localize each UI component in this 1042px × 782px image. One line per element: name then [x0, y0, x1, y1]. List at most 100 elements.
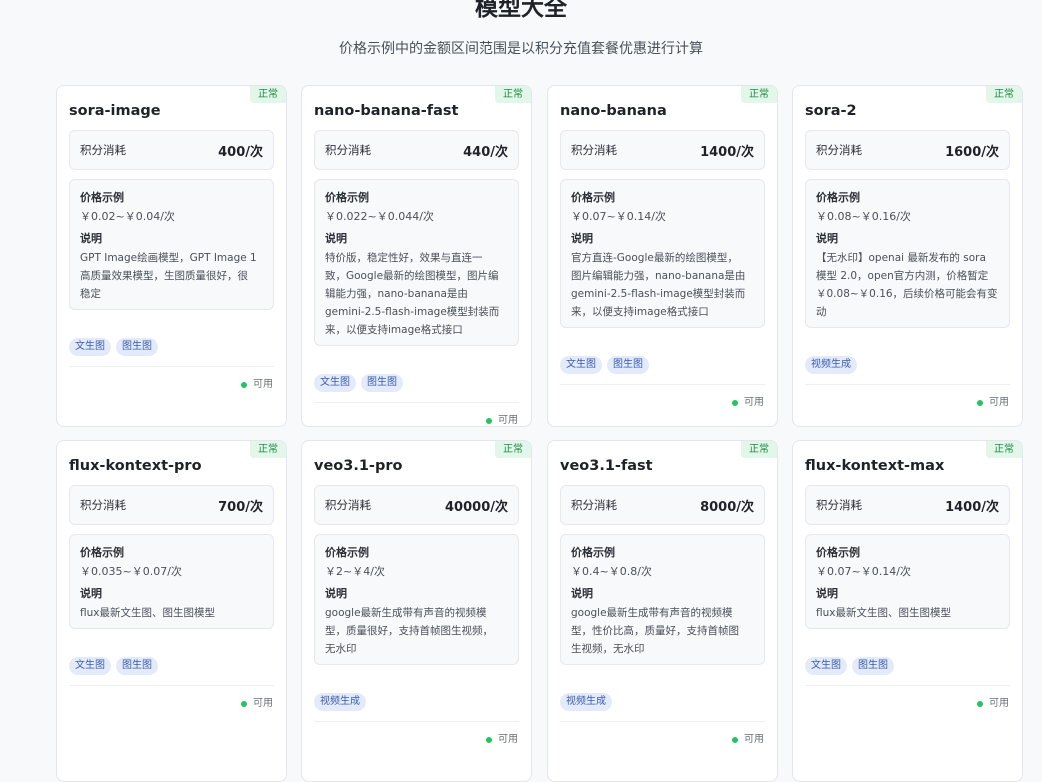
description-heading: 说明 — [325, 587, 347, 600]
availability-label: 可用 — [989, 698, 1009, 709]
divider — [560, 384, 765, 385]
status-dot-icon — [486, 737, 492, 743]
tag-list: 文生图 图生图 — [69, 338, 158, 356]
model-name: veo3.1-fast — [560, 458, 653, 474]
description-line: 【无水印】openai 最新发布的 sora — [816, 252, 986, 264]
description-line: 官方直连-Google最新的绘图模型， — [571, 252, 738, 264]
cost-box: 积分消耗 40000/次 — [314, 485, 519, 525]
price-example: ￥0.07~￥0.14/次 — [571, 210, 666, 223]
description-line: 型，性价比高，质量好，支持首帧图 — [571, 625, 739, 637]
price-heading: 价格示例 — [325, 546, 369, 559]
tag: 文生图 — [69, 338, 111, 356]
description-text: google最新生成带有声音的视频模 型，质量很好，支持首帧图生视频， 无水印 — [325, 604, 508, 658]
cost-value: 1400/次 — [945, 499, 999, 515]
model-card[interactable]: 正常 nano-banana 积分消耗 1400/次 价格示例 ￥0.07~￥0.14/次… — [547, 85, 778, 427]
description-text: flux最新文生图、图生图模型 — [816, 604, 999, 622]
tag-list: 视频生成 — [314, 693, 366, 711]
cost-label: 积分消耗 — [571, 143, 617, 157]
model-name: flux-kontext-max — [805, 458, 945, 474]
tag: 视频生成 — [805, 356, 857, 374]
model-card[interactable]: 正常 nano-banana-fast 积分消耗 440/次 价格示例 ￥0.022~￥0… — [301, 85, 532, 427]
description-line: 型，质量很好，支持首帧图生视频， — [325, 625, 493, 637]
description-line: flux最新文生图、图生图模型 — [816, 607, 951, 619]
price-example: ￥0.02~￥0.04/次 — [80, 210, 175, 223]
status-dot-icon — [732, 400, 738, 406]
description-text: google最新生成带有声音的视频模 型，性价比高，质量好，支持首帧图 生视频，无水… — [571, 604, 754, 658]
tag: 文生图 — [560, 356, 602, 374]
cost-label: 积分消耗 — [816, 143, 862, 157]
model-card[interactable]: 正常 flux-kontext-max 积分消耗 1400/次价格示例 ￥0.07~￥0… — [792, 440, 1023, 782]
status-badge: 正常 — [250, 86, 286, 103]
description-heading: 说明 — [816, 587, 838, 600]
model-card[interactable]: 正常 flux-kontext-pro 积分消耗 700/次 价格示例 ￥0.035~￥0… — [56, 440, 287, 782]
description-text: flux最新文生图、图生图模型 — [80, 604, 263, 622]
divider — [560, 721, 765, 722]
tag-list: 文生图 图生图 — [805, 657, 894, 675]
status-badge: 正常 — [986, 441, 1022, 458]
description-line: 模型 2.0，open官方内测，价格暂定 — [816, 270, 989, 282]
cost-box: 积分消耗 400/次 — [69, 130, 274, 170]
description-line: 无水印 — [325, 643, 357, 655]
model-card[interactable]: 正常 veo3.1-fast 积分消耗 8000/次 价格示例 ￥0.4~￥0.8/次 说明… — [547, 440, 778, 782]
cost-box: 积分消耗 8000/次 — [560, 485, 765, 525]
availability-status: 可用 — [241, 378, 273, 392]
availability-status: 可用 — [977, 697, 1009, 711]
tag: 图生图 — [607, 356, 649, 374]
availability-status: 可用 — [241, 697, 273, 711]
availability-status: 可用 — [486, 414, 518, 426]
status-dot-icon — [977, 400, 983, 406]
model-card[interactable]: 正常 sora-image 积分消耗 400/次 价格示例 ￥0.02~￥0.04/次 说明… — [56, 85, 287, 427]
cost-box: 积分消耗 1400/次 — [805, 485, 1010, 525]
description-line: 来，以便支持image格式接口 — [571, 306, 709, 318]
description-line: 来，以便支持image格式接口 — [325, 324, 463, 336]
description-line: 致，Google最新的绘图模型，图片编 — [325, 270, 499, 282]
price-heading: 价格示例 — [325, 191, 369, 204]
price-example: ￥0.07~￥0.14/次 — [816, 565, 911, 578]
status-badge: 正常 — [250, 441, 286, 458]
tag-list: 文生图 图生图 — [560, 356, 649, 374]
status-dot-icon — [486, 418, 492, 424]
cost-label: 积分消耗 — [80, 498, 126, 512]
tag: 视频生成 — [560, 693, 612, 711]
model-card[interactable]: 正常 veo3.1-pro 积分消耗 40000/次 价格示例 ￥2~￥4/次 说明 goog… — [301, 440, 532, 782]
status-dot-icon — [241, 382, 247, 388]
status-badge: 正常 — [986, 86, 1022, 103]
price-example: ￥0.4~￥0.8/次 — [571, 565, 652, 578]
status-dot-icon — [732, 737, 738, 743]
divider — [805, 384, 1010, 385]
description-heading: 说明 — [816, 232, 838, 245]
description-line: 生视频，无水印 — [571, 643, 645, 655]
description-line: google最新生成带有声音的视频模 — [571, 607, 733, 619]
price-example: ￥0.022~￥0.044/次 — [325, 210, 434, 223]
model-card[interactable]: 正常 sora-2 积分消耗 1600/次 价格示例 ￥0.08~￥0.16/次 说明 【无水… — [792, 85, 1023, 427]
tag: 视频生成 — [314, 693, 366, 711]
cost-label: 积分消耗 — [571, 498, 617, 512]
cost-value: 400/次 — [218, 144, 263, 160]
status-badge: 正常 — [495, 441, 531, 458]
description-line: 高质量效果模型，生图质量很好，很 — [80, 270, 248, 282]
cost-label: 积分消耗 — [80, 143, 126, 157]
cost-value: 1600/次 — [945, 144, 999, 160]
availability-label: 可用 — [498, 415, 518, 426]
availability-status: 可用 — [977, 396, 1009, 410]
status-badge: 正常 — [741, 86, 777, 103]
description-text: 特价版，稳定性好，效果与直连一 致，Google最新的绘图模型，图片编 辑能力强，n… — [325, 249, 508, 339]
description-line: 图片编辑能力强，nano-banana是由 — [571, 270, 746, 282]
price-heading: 价格示例 — [816, 546, 860, 559]
tag: 图生图 — [116, 338, 158, 356]
model-grid: 正常 sora-image 积分消耗 400/次 价格示例 ￥0.02~￥0.04/次 说明… — [0, 0, 1042, 782]
info-box: 价格示例 ￥0.08~￥0.16/次 说明 【无水印】openai 最新发布的 sor… — [805, 179, 1010, 328]
description-heading: 说明 — [325, 232, 347, 245]
price-example: ￥0.035~￥0.07/次 — [80, 565, 182, 578]
description-heading: 说明 — [571, 232, 593, 245]
description-line: ￥0.08~￥0.16，后续价格可能会有变 — [816, 288, 998, 300]
tag-list: 视频生成 — [560, 693, 612, 711]
description-line: gemini-2.5-flash-image模型封装而 — [325, 306, 500, 318]
cost-box: 积分消耗 1400/次 — [560, 130, 765, 170]
divider — [69, 366, 274, 367]
price-heading: 价格示例 — [80, 191, 124, 204]
divider — [314, 721, 519, 722]
tag: 文生图 — [805, 657, 847, 675]
cost-box: 积分消耗 1600/次 — [805, 130, 1010, 170]
price-example: ￥0.08~￥0.16/次 — [816, 210, 911, 223]
